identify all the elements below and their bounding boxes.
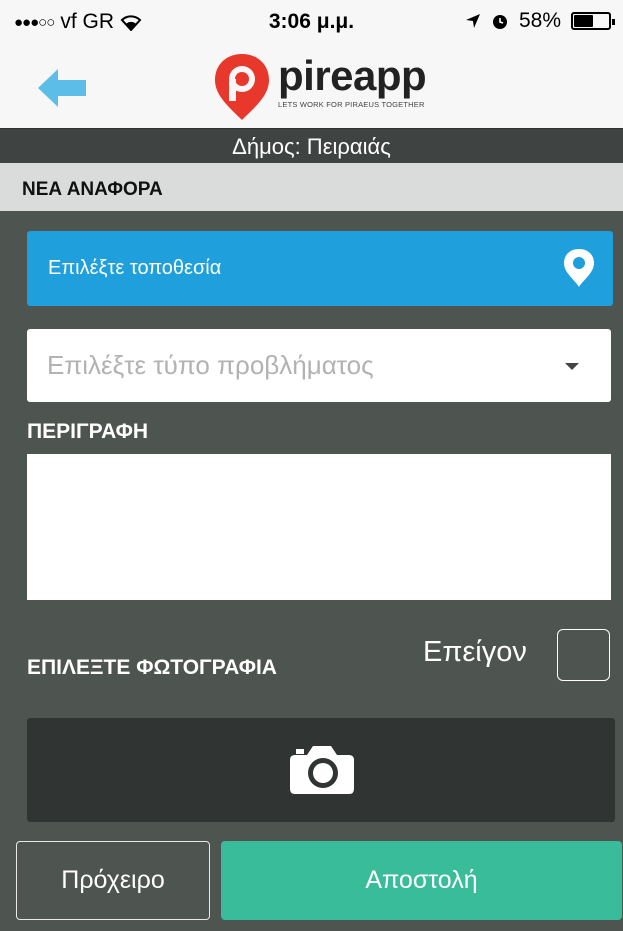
logo-tagline: LETS WORK FOR PIRAEUS TOGETHER <box>278 100 425 109</box>
description-input[interactable] <box>27 454 611 600</box>
logo-text: pireapp LETS WORK FOR PIRAEUS TOGETHER <box>278 52 427 110</box>
urgent-label: Επείγον <box>423 636 527 668</box>
app-logo: pireapp LETS WORK FOR PIRAEUS TOGETHER <box>212 52 427 122</box>
status-bar: ●●●○○ vf GR 3:06 μ.μ. 58% <box>0 0 623 44</box>
select-location-button[interactable]: Επιλέξτε τοποθεσία <box>27 231 613 306</box>
location-arrow-icon <box>465 14 480 28</box>
logo-pin-icon <box>215 54 269 120</box>
battery-icon <box>571 12 615 30</box>
add-photo-button[interactable] <box>27 718 615 822</box>
send-button[interactable]: Αποστολή <box>221 841 622 920</box>
back-arrow-icon <box>38 69 86 107</box>
chevron-down-icon <box>565 363 579 370</box>
description-label: ΠΕΡΙΓΡΑΦΗ <box>27 420 149 443</box>
status-right: 58% <box>465 9 615 33</box>
battery-fill <box>574 15 593 27</box>
select-location-label: Επιλέξτε τοποθεσία <box>48 257 222 279</box>
choose-photo-label: ΕΠΙΛΕΞΤΕ ΦΩΤΟΓΡΑΦΙΑ <box>27 656 277 679</box>
battery-tip <box>612 19 615 25</box>
camera-icon <box>290 746 354 794</box>
municipality-label: Δήμος: Πειραιάς <box>0 128 623 163</box>
alarm-icon <box>492 15 507 29</box>
battery-percent: 58% <box>518 9 561 32</box>
map-pin-icon <box>564 249 594 287</box>
section-title: ΝΕΑ ΑΝΑΦΟΡΑ <box>0 163 623 211</box>
back-button[interactable] <box>36 66 88 110</box>
urgent-checkbox[interactable] <box>557 629 610 681</box>
problem-type-select[interactable]: Επιλέξτε τύπο προβλήματος <box>27 329 611 402</box>
problem-type-placeholder: Επιλέξτε τύπο προβλήματος <box>47 350 374 380</box>
logo-name: pireapp <box>278 52 427 99</box>
save-draft-button[interactable]: Πρόχειρο <box>16 841 210 920</box>
nav-bar: pireapp LETS WORK FOR PIRAEUS TOGETHER <box>0 44 623 128</box>
